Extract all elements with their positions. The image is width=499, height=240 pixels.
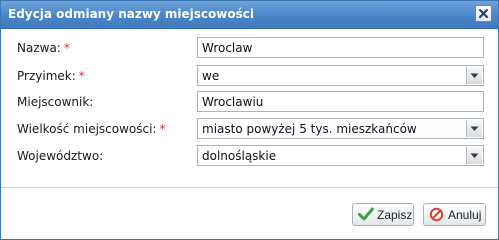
miejscownik-label: Miejscownik: [17, 95, 94, 109]
close-icon [479, 9, 488, 18]
wielkosc-label: Wielkość miejscowości: * [17, 122, 166, 136]
save-button[interactable]: Zapisz [352, 203, 414, 226]
miejscownik-value: Wroclawiu [202, 95, 264, 109]
required-marker: * [78, 69, 85, 83]
nazwa-label: Nazwa: * [17, 41, 70, 55]
footer-divider [1, 187, 498, 188]
save-label: Zapisz [377, 208, 413, 222]
row-wojewodztwo: Województwo: dolnośląskie [1, 145, 498, 167]
row-wielkosc: Wielkość miejscowości: * miasto powyżej 5… [1, 118, 498, 140]
przyimek-dropdown-button[interactable] [466, 67, 482, 84]
cancel-label: Anuluj [448, 208, 482, 222]
required-marker: * [63, 41, 70, 55]
chevron-down-icon [470, 126, 479, 131]
locality-form: Nazwa: * Wroclaw Przyimek: * we Miejscowni… [1, 29, 498, 187]
chevron-down-icon [470, 153, 479, 158]
wojewodztwo-dropdown-button[interactable] [466, 147, 482, 164]
required-marker: * [159, 122, 166, 136]
row-miejscownik: Miejscownik: Wroclawiu [1, 91, 498, 113]
edit-locality-dialog: Edycja odmiany nazwy miejscowości Nazwa:… [0, 0, 499, 240]
wielkosc-select[interactable]: miasto powyżej 5 tys. mieszkańców [197, 118, 484, 139]
close-button[interactable] [475, 5, 492, 22]
wielkosc-value: miasto powyżej 5 tys. mieszkańców [202, 122, 417, 136]
miejscownik-input[interactable]: Wroclawiu [197, 91, 484, 112]
wojewodztwo-select[interactable]: dolnośląskie [197, 145, 484, 166]
dialog-title: Edycja odmiany nazwy miejscowości [8, 7, 254, 21]
przyimek-label: Przyimek: * [17, 69, 85, 83]
wielkosc-dropdown-button[interactable] [466, 120, 482, 137]
przyimek-value: we [202, 69, 220, 83]
wojewodztwo-value: dolnośląskie [202, 149, 277, 163]
cancel-button[interactable]: Anuluj [423, 203, 486, 226]
row-przyimek: Przyimek: * we [1, 65, 498, 87]
wojewodztwo-label: Województwo: [17, 149, 104, 163]
cancel-icon [429, 207, 444, 222]
checkmark-icon [358, 207, 374, 221]
chevron-down-icon [470, 73, 479, 78]
nazwa-input[interactable]: Wroclaw [197, 37, 484, 58]
row-nazwa: Nazwa: * Wroclaw [1, 37, 498, 59]
dialog-titlebar[interactable]: Edycja odmiany nazwy miejscowości [1, 1, 498, 29]
nazwa-value: Wroclaw [202, 41, 253, 55]
przyimek-select[interactable]: we [197, 65, 484, 86]
